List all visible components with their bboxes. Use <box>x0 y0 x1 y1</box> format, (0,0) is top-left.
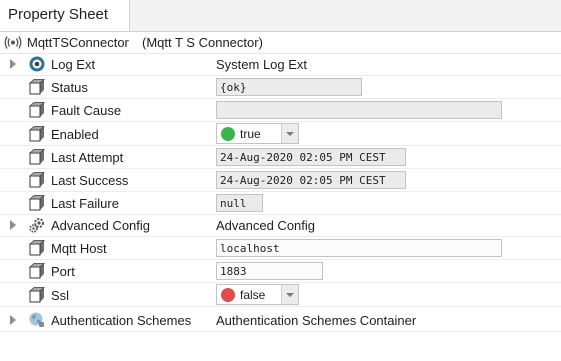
property-value: System Log Ext <box>216 57 308 72</box>
slot-icon <box>28 102 46 118</box>
last-attempt-field: 24-Aug-2020 02:05 PM CEST <box>216 148 406 166</box>
property-row-ssl: Ssl false <box>0 283 561 307</box>
last-attempt-value: 24-Aug-2020 02:05 PM CEST <box>220 151 386 164</box>
globe-icon <box>29 312 44 327</box>
slot-icon <box>28 287 46 303</box>
slot-icon <box>28 263 46 279</box>
log-ext-icon <box>29 56 45 72</box>
slot-icon <box>28 172 46 188</box>
fault-cause-field <box>216 101 502 119</box>
last-success-field: 24-Aug-2020 02:05 PM CEST <box>216 171 406 189</box>
property-row-enabled: Enabled true <box>0 122 561 146</box>
component-name: MqttTSConnector <box>27 35 129 50</box>
property-label: Authentication Schemes <box>51 313 192 328</box>
property-label: Status <box>51 80 88 95</box>
expand-arrow-icon[interactable] <box>10 59 16 69</box>
last-success-value: 24-Aug-2020 02:05 PM CEST <box>220 174 386 187</box>
property-label: Log Ext <box>51 57 96 72</box>
component-header: MqttTSConnector (Mqtt T S Connector) <box>0 32 561 54</box>
mqtt-host-input[interactable]: localhost <box>216 239 502 257</box>
tab-bar: Property Sheet <box>0 0 561 32</box>
enabled-value: true <box>240 127 261 141</box>
property-row-last-attempt: Last Attempt 24-Aug-2020 02:05 PM CEST <box>0 146 561 169</box>
ssl-dropdown[interactable]: false <box>216 284 299 305</box>
status-field: {ok} <box>216 78 362 96</box>
property-label: Last Failure <box>51 196 119 211</box>
property-row-mqtt-host: Mqtt Host localhost <box>0 237 561 260</box>
status-value: {ok} <box>220 81 247 94</box>
slot-icon <box>28 126 46 142</box>
expand-arrow-icon[interactable] <box>10 315 16 325</box>
property-label: Advanced Config <box>51 218 151 233</box>
port-input[interactable]: 1883 <box>216 262 323 280</box>
property-row-fault-cause: Fault Cause <box>0 99 561 122</box>
connector-icon <box>4 36 22 49</box>
last-failure-field: null <box>216 194 263 212</box>
last-failure-value: null <box>220 197 247 210</box>
property-row-last-failure: Last Failure null <box>0 192 561 215</box>
property-row-advanced-config[interactable]: Advanced Config Advanced Config <box>0 214 561 237</box>
ssl-value: false <box>240 288 266 302</box>
property-label: Last Attempt <box>51 150 124 165</box>
chevron-down-icon[interactable] <box>281 285 298 304</box>
tab-property-sheet[interactable]: Property Sheet <box>0 0 130 31</box>
property-value: Authentication Schemes Container <box>216 313 417 328</box>
property-label: Fault Cause <box>51 103 122 118</box>
gear-icon <box>29 218 44 233</box>
expand-arrow-icon[interactable] <box>10 220 16 230</box>
property-row-last-success: Last Success 24-Aug-2020 02:05 PM CEST <box>0 169 561 192</box>
property-value: Advanced Config <box>216 218 316 233</box>
property-row-authentication-schemes[interactable]: Authentication Schemes Authentication Sc… <box>0 309 561 332</box>
property-label: Mqtt Host <box>51 241 107 256</box>
property-row-port: Port 1883 <box>0 260 561 283</box>
property-label: Port <box>51 264 75 279</box>
enabled-dropdown[interactable]: true <box>216 123 299 144</box>
status-dot-icon <box>221 288 235 302</box>
port-value: 1883 <box>220 265 247 278</box>
property-label: Enabled <box>51 127 99 142</box>
tab-label: Property Sheet <box>8 6 109 23</box>
mqtt-host-value: localhost <box>220 242 280 255</box>
slot-icon <box>28 195 46 211</box>
property-row-status: Status {ok} <box>0 76 561 99</box>
chevron-down-icon[interactable] <box>281 124 298 143</box>
property-row-log-ext[interactable]: Log Ext System Log Ext <box>0 53 561 76</box>
slot-icon <box>28 149 46 165</box>
status-dot-icon <box>221 127 235 141</box>
component-type: (Mqtt T S Connector) <box>142 35 263 50</box>
property-label: Last Success <box>51 173 129 188</box>
property-label: Ssl <box>51 288 70 303</box>
slot-icon <box>28 240 46 256</box>
slot-icon <box>28 79 46 95</box>
